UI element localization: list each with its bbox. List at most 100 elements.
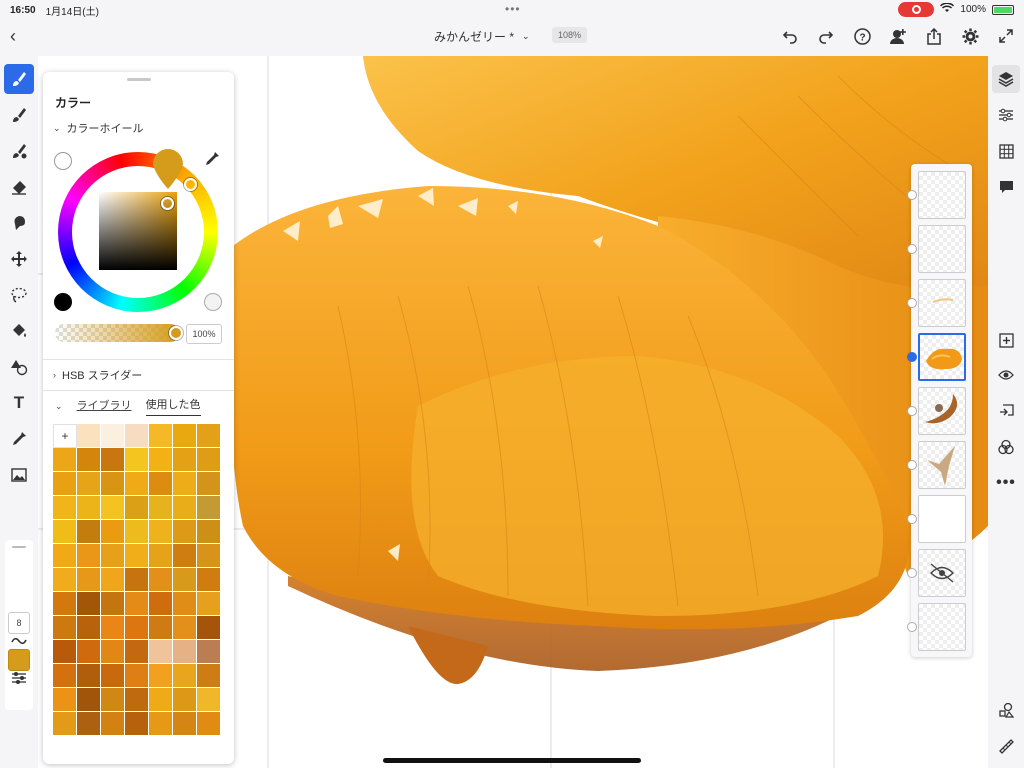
layer-thumbnail[interactable] <box>918 171 966 219</box>
image-icon[interactable] <box>4 460 34 490</box>
color-swatch[interactable] <box>149 472 173 496</box>
color-swatch[interactable] <box>125 664 149 688</box>
smudge-icon[interactable] <box>4 208 34 238</box>
color-swatch[interactable] <box>197 424 221 448</box>
color-swatch[interactable] <box>197 568 221 592</box>
layer-thumbnail[interactable] <box>918 603 966 651</box>
color-swatch[interactable] <box>197 592 221 616</box>
layer-thumbnail[interactable] <box>918 387 966 435</box>
layer-handle-icon[interactable] <box>907 622 917 632</box>
color-swatch[interactable] <box>101 664 125 688</box>
home-indicator[interactable] <box>383 758 641 763</box>
color-swatch[interactable] <box>125 688 149 712</box>
layer-handle-icon[interactable] <box>907 244 917 254</box>
color-swatch[interactable] <box>173 568 197 592</box>
layer-handle-icon[interactable] <box>907 406 917 416</box>
color-swatch[interactable] <box>125 424 149 448</box>
fullscreen-icon[interactable] <box>996 26 1016 46</box>
multitask-dots-icon[interactable]: ••• <box>505 2 521 16</box>
color-swatch[interactable] <box>149 424 173 448</box>
color-swatch[interactable] <box>53 472 77 496</box>
color-swatch[interactable] <box>53 592 77 616</box>
layers-icon[interactable] <box>992 65 1020 93</box>
chevron-down-icon[interactable]: ⌄ <box>55 401 63 412</box>
color-swatch[interactable] <box>197 688 221 712</box>
color-swatch[interactable] <box>101 544 125 568</box>
color-swatch[interactable] <box>173 472 197 496</box>
color-swatch[interactable] <box>77 712 101 736</box>
color-swatch[interactable] <box>173 640 197 664</box>
hsb-section-toggle[interactable]: › HSB スライダー <box>53 367 142 383</box>
more-icon[interactable]: ••• <box>992 469 1020 497</box>
color-swatch[interactable] <box>77 424 101 448</box>
color-swatch[interactable] <box>101 472 125 496</box>
lasso-icon[interactable] <box>4 280 34 310</box>
color-swatch[interactable] <box>77 688 101 712</box>
color-swatch[interactable] <box>149 688 173 712</box>
color-swatch[interactable] <box>173 448 197 472</box>
add-swatch-button[interactable]: + <box>53 424 77 448</box>
color-swatch[interactable] <box>197 496 221 520</box>
help-icon[interactable]: ? <box>852 26 872 46</box>
pixel-brush-icon[interactable] <box>4 100 34 130</box>
color-swatch[interactable] <box>149 592 173 616</box>
settings-icon[interactable] <box>960 26 980 46</box>
layer-thumbnail[interactable] <box>918 279 966 327</box>
color-swatch[interactable] <box>53 448 77 472</box>
color-swatch[interactable] <box>77 640 101 664</box>
color-swatch[interactable] <box>77 520 101 544</box>
color-swatch[interactable] <box>173 712 197 736</box>
color-swatch[interactable] <box>197 640 221 664</box>
color-swatch[interactable] <box>173 688 197 712</box>
text-icon[interactable]: T <box>4 388 34 418</box>
opacity-value[interactable]: 100% <box>186 324 222 344</box>
color-swatch[interactable] <box>149 544 173 568</box>
layer-thumbnail[interactable] <box>918 225 966 273</box>
color-swatch[interactable] <box>53 688 77 712</box>
black-color-circle[interactable] <box>54 293 72 311</box>
color-swatch[interactable] <box>125 544 149 568</box>
color-swatch[interactable] <box>149 520 173 544</box>
layer-handle-icon[interactable] <box>907 298 917 308</box>
ruler-icon[interactable] <box>992 732 1020 760</box>
color-swatch[interactable] <box>125 520 149 544</box>
color-swatch[interactable] <box>197 520 221 544</box>
undo-icon[interactable] <box>780 26 800 46</box>
color-swatch[interactable] <box>53 496 77 520</box>
color-swatch[interactable] <box>77 592 101 616</box>
shape-tools-icon[interactable] <box>992 696 1020 724</box>
share-icon[interactable] <box>924 26 944 46</box>
layer-handle-icon[interactable] <box>907 190 917 200</box>
color-swatch[interactable] <box>101 448 125 472</box>
eyedropper-icon[interactable] <box>4 424 34 454</box>
zoom-level[interactable]: 108% <box>552 27 588 43</box>
color-swatch[interactable] <box>197 664 221 688</box>
opacity-knob[interactable] <box>169 326 183 340</box>
adjustments-icon[interactable] <box>992 101 1020 129</box>
color-swatch[interactable] <box>53 664 77 688</box>
panel-drag-handle[interactable] <box>127 78 151 81</box>
color-swatch[interactable] <box>149 640 173 664</box>
move-icon[interactable] <box>4 244 34 274</box>
color-swatch[interactable] <box>101 616 125 640</box>
layer-handle-icon[interactable] <box>907 514 917 524</box>
color-swatch[interactable] <box>149 448 173 472</box>
redo-icon[interactable] <box>816 26 836 46</box>
color-swatch[interactable] <box>125 472 149 496</box>
paint-brush-icon[interactable] <box>4 64 34 94</box>
color-swatch[interactable] <box>77 568 101 592</box>
color-swatch[interactable] <box>149 568 173 592</box>
tab-library[interactable]: ライブラリ <box>77 397 132 416</box>
color-swatch[interactable] <box>77 664 101 688</box>
document-title[interactable]: みかんゼリー * ⌄ <box>434 28 530 45</box>
back-chevron-icon[interactable]: ‹ <box>10 26 30 46</box>
color-swatch[interactable] <box>173 544 197 568</box>
color-swatch[interactable] <box>125 448 149 472</box>
layer-handle-icon[interactable] <box>907 568 917 578</box>
color-swatch[interactable] <box>53 568 77 592</box>
size-slider-grip[interactable] <box>12 546 26 548</box>
color-swatch[interactable] <box>101 712 125 736</box>
blend-icon[interactable] <box>992 433 1020 461</box>
color-swatch[interactable] <box>197 712 221 736</box>
grid-icon[interactable] <box>992 137 1020 165</box>
